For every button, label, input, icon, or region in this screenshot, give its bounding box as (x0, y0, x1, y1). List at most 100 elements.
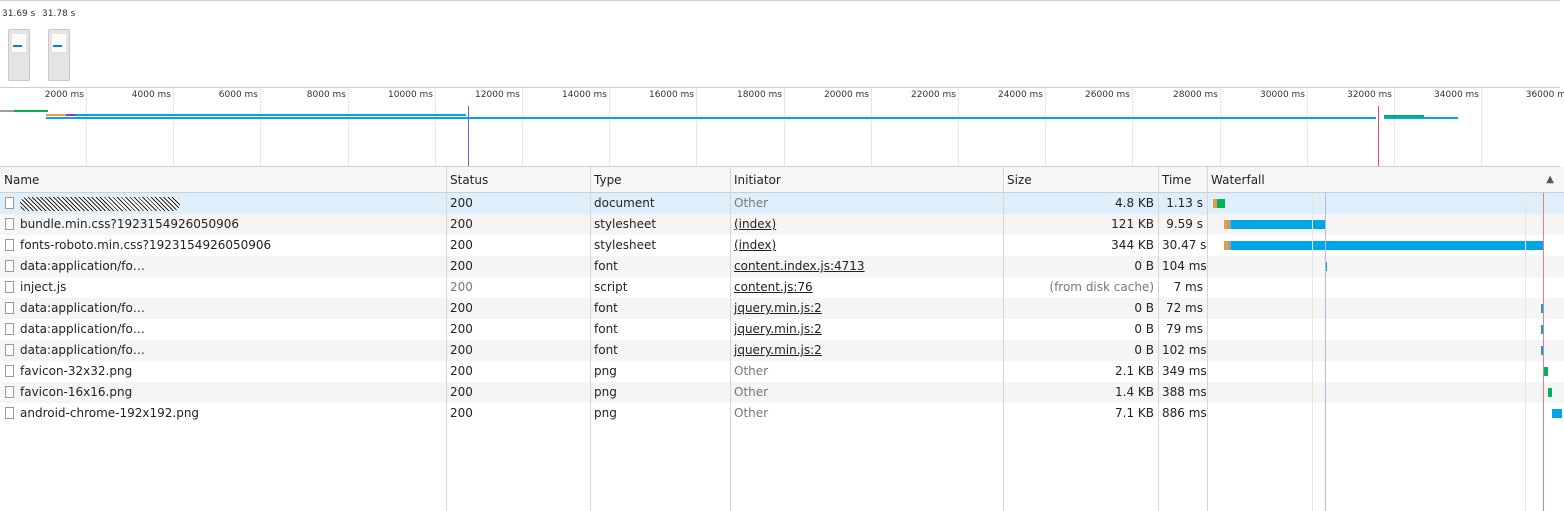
timeline-tick: 28000 ms (1173, 86, 1221, 166)
cell-status: 200 (450, 406, 473, 420)
column-header-waterfall[interactable]: Waterfall ▲ (1207, 167, 1564, 193)
column-header-name[interactable]: Name (0, 167, 446, 193)
waterfall-bar[interactable] (1544, 367, 1548, 376)
table-row[interactable]: favicon-16x16.png 200 png Other 1.4 KB 388 ms (0, 382, 1564, 403)
table-row[interactable]: data:application/fo… 200 font jquery.min.js… (0, 340, 1564, 361)
cell-name: data:application/fo… (20, 259, 145, 273)
sort-ascending-icon[interactable]: ▲ (1546, 167, 1554, 193)
column-divider[interactable] (1158, 167, 1159, 511)
cell-name: favicon-16x16.png (20, 385, 133, 399)
table-row[interactable]: android-chrome-192x192.png 200 png Other 7.1… (0, 403, 1564, 424)
overview-bar (1384, 117, 1458, 119)
waterfall-bar[interactable] (1231, 220, 1325, 229)
filmstrip-frame[interactable]: 31.69 s (2, 9, 42, 81)
file-icon (5, 407, 14, 419)
table-row[interactable]: data:application/fo… 200 font content.index… (0, 256, 1564, 277)
table-row[interactable]: inject.js 200 script content.js:76 (from dis… (0, 277, 1564, 298)
column-header-time[interactable]: Time (1158, 167, 1207, 193)
column-divider[interactable] (590, 167, 591, 511)
column-header-type[interactable]: Type (590, 167, 730, 193)
timeline-tick-label: 10000 ms (388, 90, 433, 100)
overview-bar (46, 114, 66, 116)
filmstrip-frame[interactable]: 31.78 s (42, 9, 82, 81)
timeline-tick: 22000 ms (911, 86, 959, 166)
cell-initiator[interactable]: (index) (730, 235, 1003, 256)
cell-size: 121 KB (1111, 217, 1154, 231)
cell-name: data:application/fo… (20, 301, 145, 315)
timeline-tick-label: 26000 ms (1085, 90, 1130, 100)
cell-name: bundle.min.css?1923154926050906 (20, 217, 240, 231)
column-header-initiator[interactable]: Initiator (730, 167, 1003, 193)
cell-initiator: Other (734, 196, 769, 210)
timeline-tick-label: 24000 ms (998, 90, 1043, 100)
cell-time: 72 ms (1165, 301, 1203, 315)
waterfall-gridline (1312, 193, 1313, 511)
file-icon (5, 386, 14, 398)
overview-bar (66, 114, 76, 116)
timeline-tick: 24000 ms (998, 86, 1046, 166)
cell-initiator[interactable]: content.js:76 (730, 277, 1003, 298)
cell-status: 200 (450, 364, 473, 378)
cell-type: script (594, 280, 628, 294)
frame-thumbnail[interactable] (8, 29, 30, 81)
cell-name: data:application/fo… (20, 343, 145, 357)
cell-type: stylesheet (594, 217, 657, 231)
column-divider[interactable] (1003, 167, 1004, 511)
timeline-tick-label: 18000 ms (737, 90, 782, 100)
request-rows: 200 document Other 4.8 KB 1.13 s bundle.min.c… (0, 193, 1564, 511)
table-row[interactable]: fonts-roboto.min.css?1923154926050906 200… (0, 235, 1564, 256)
timeline-tick-label: 28000 ms (1173, 90, 1218, 100)
file-icon (5, 302, 14, 314)
cell-initiator: Other (734, 364, 769, 378)
overview-bar (46, 117, 1376, 119)
load-line (1543, 193, 1544, 511)
overview-timeline[interactable]: 2000 ms 4000 ms 6000 ms 8000 ms 10000 ms 1200… (0, 86, 1564, 167)
cell-initiator[interactable]: jquery.min.js:2 (730, 298, 1003, 319)
column-divider[interactable] (446, 167, 447, 511)
timeline-tick-label: 14000 ms (562, 90, 607, 100)
file-icon (5, 218, 14, 230)
frame-time: 31.69 s (2, 9, 36, 19)
dom-content-loaded-line (1325, 193, 1326, 511)
frame-thumbnail[interactable] (48, 29, 70, 81)
column-divider[interactable] (730, 167, 731, 511)
timeline-tick: 6000 ms (219, 86, 261, 166)
waterfall-bar[interactable] (1548, 388, 1552, 397)
waterfall-header-label: Waterfall (1211, 173, 1265, 187)
cell-size: (from disk cache) (1049, 280, 1154, 294)
cell-status: 200 (450, 385, 473, 399)
cell-initiator[interactable]: jquery.min.js:2 (730, 319, 1003, 340)
cell-initiator[interactable]: (index) (730, 214, 1003, 235)
table-row[interactable]: 200 document Other 4.8 KB 1.13 s (0, 193, 1564, 214)
waterfall-bar[interactable] (1231, 241, 1543, 250)
timeline-tick: 30000 ms (1260, 86, 1308, 166)
column-divider[interactable] (1207, 167, 1208, 511)
timeline-tick-label: 8000 ms (306, 90, 346, 100)
cell-size: 2.1 KB (1115, 364, 1154, 378)
timeline-tick: 2000 ms (45, 86, 87, 166)
cell-initiator[interactable]: content.index.js:4713 (730, 256, 1003, 277)
cell-size: 7.1 KB (1115, 406, 1154, 420)
frame-time: 31.78 s (42, 9, 76, 19)
table-row[interactable]: data:application/fo… 200 font jquery.min.js… (0, 298, 1564, 319)
table-row[interactable]: data:application/fo… 200 font jquery.min.js… (0, 319, 1564, 340)
column-header-status[interactable]: Status (446, 167, 590, 193)
timeline-tick: 26000 ms (1085, 86, 1133, 166)
waterfall-bar[interactable] (1220, 199, 1225, 208)
cell-type: png (594, 364, 617, 378)
table-row[interactable]: bundle.min.css?1923154926050906 200 styles… (0, 214, 1564, 235)
cell-name: data:application/fo… (20, 322, 145, 336)
cell-status: 200 (450, 343, 473, 357)
waterfall-bar[interactable] (1552, 409, 1562, 418)
load-marker (1378, 106, 1379, 166)
table-row[interactable]: favicon-32x32.png 200 png Other 2.1 KB 349 ms (0, 361, 1564, 382)
cell-status: 200 (450, 280, 473, 294)
cell-time: 886 ms (1162, 406, 1207, 420)
file-icon (5, 197, 14, 209)
file-icon (5, 281, 14, 293)
cell-status: 200 (450, 217, 473, 231)
cell-status: 200 (450, 259, 473, 273)
cell-initiator[interactable]: jquery.min.js:2 (730, 340, 1003, 361)
column-header-size[interactable]: Size (1003, 167, 1158, 193)
timeline-tick-label: 30000 ms (1260, 90, 1305, 100)
